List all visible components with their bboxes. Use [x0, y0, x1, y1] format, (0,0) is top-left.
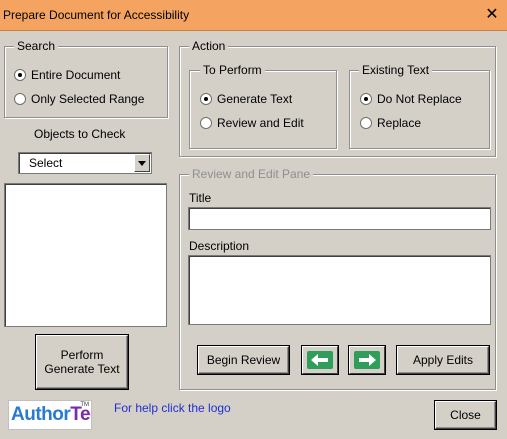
radio-review-and-edit[interactable]: Review and Edit: [200, 116, 304, 130]
to-perform-legend: To Perform: [200, 63, 265, 77]
previous-button[interactable]: [302, 346, 338, 374]
radio-button[interactable]: [200, 93, 212, 105]
apply-edits-label: Apply Edits: [412, 353, 474, 367]
close-icon[interactable]: ✕: [477, 0, 507, 30]
radio-label: Review and Edit: [217, 116, 304, 130]
radio-entire-document[interactable]: Entire Document: [14, 68, 120, 82]
radio-button[interactable]: [360, 93, 372, 105]
radio-button[interactable]: [360, 117, 372, 129]
radio-label: Do Not Replace: [377, 92, 462, 106]
radio-replace[interactable]: Replace: [360, 116, 421, 130]
close-button-label: Close: [450, 408, 481, 422]
authortec-logo[interactable]: AuthorTec TM: [8, 400, 92, 430]
radio-button[interactable]: [14, 93, 26, 105]
review-pane-legend: Review and Edit Pane: [189, 167, 314, 181]
left-arrow-icon: [307, 351, 333, 369]
radio-label: Only Selected Range: [31, 92, 145, 106]
logo-trademark: TM: [80, 402, 89, 408]
radio-label: Entire Document: [31, 68, 121, 82]
begin-review-label: Begin Review: [206, 353, 281, 367]
objects-select-value: Select: [29, 156, 63, 170]
title-bar: Prepare Document for Accessibility ✕: [0, 0, 507, 31]
existing-text-legend: Existing Text: [359, 63, 433, 77]
perform-button-line1: Perform: [60, 348, 104, 362]
radio-only-selected-range[interactable]: Only Selected Range: [14, 92, 144, 106]
next-button[interactable]: [349, 346, 385, 374]
logo-text-author: Author: [11, 404, 71, 425]
radio-generate-text[interactable]: Generate Text: [200, 92, 292, 106]
begin-review-button[interactable]: Begin Review: [198, 346, 289, 374]
window-title: Prepare Document for Accessibility: [3, 8, 190, 22]
search-legend: Search: [14, 39, 59, 53]
description-input[interactable]: [188, 255, 491, 325]
apply-edits-button[interactable]: Apply Edits: [397, 346, 489, 374]
help-link[interactable]: For help click the logo: [114, 401, 231, 415]
objects-to-check-label: Objects to Check: [34, 127, 126, 141]
existing-text-frame: Existing Text: [349, 63, 490, 149]
radio-label: Replace: [377, 116, 422, 130]
search-frame: Search: [4, 39, 168, 118]
objects-list[interactable]: [4, 183, 167, 327]
title-input[interactable]: [188, 207, 491, 230]
perform-button-line2: Generate Text: [44, 362, 120, 376]
objects-select[interactable]: Select: [18, 152, 152, 174]
action-legend: Action: [189, 39, 229, 53]
radio-do-not-replace[interactable]: Do Not Replace: [360, 92, 462, 106]
radio-label: Generate Text: [217, 92, 293, 106]
perform-button[interactable]: Perform Generate Text: [36, 335, 128, 389]
right-arrow-icon: [354, 351, 380, 369]
radio-button[interactable]: [200, 117, 212, 129]
radio-button[interactable]: [14, 69, 26, 81]
chevron-down-icon[interactable]: [134, 154, 150, 172]
description-label: Description: [189, 239, 250, 253]
to-perform-frame: To Perform: [189, 63, 337, 149]
title-label: Title: [189, 191, 212, 205]
close-button[interactable]: Close: [435, 401, 496, 429]
